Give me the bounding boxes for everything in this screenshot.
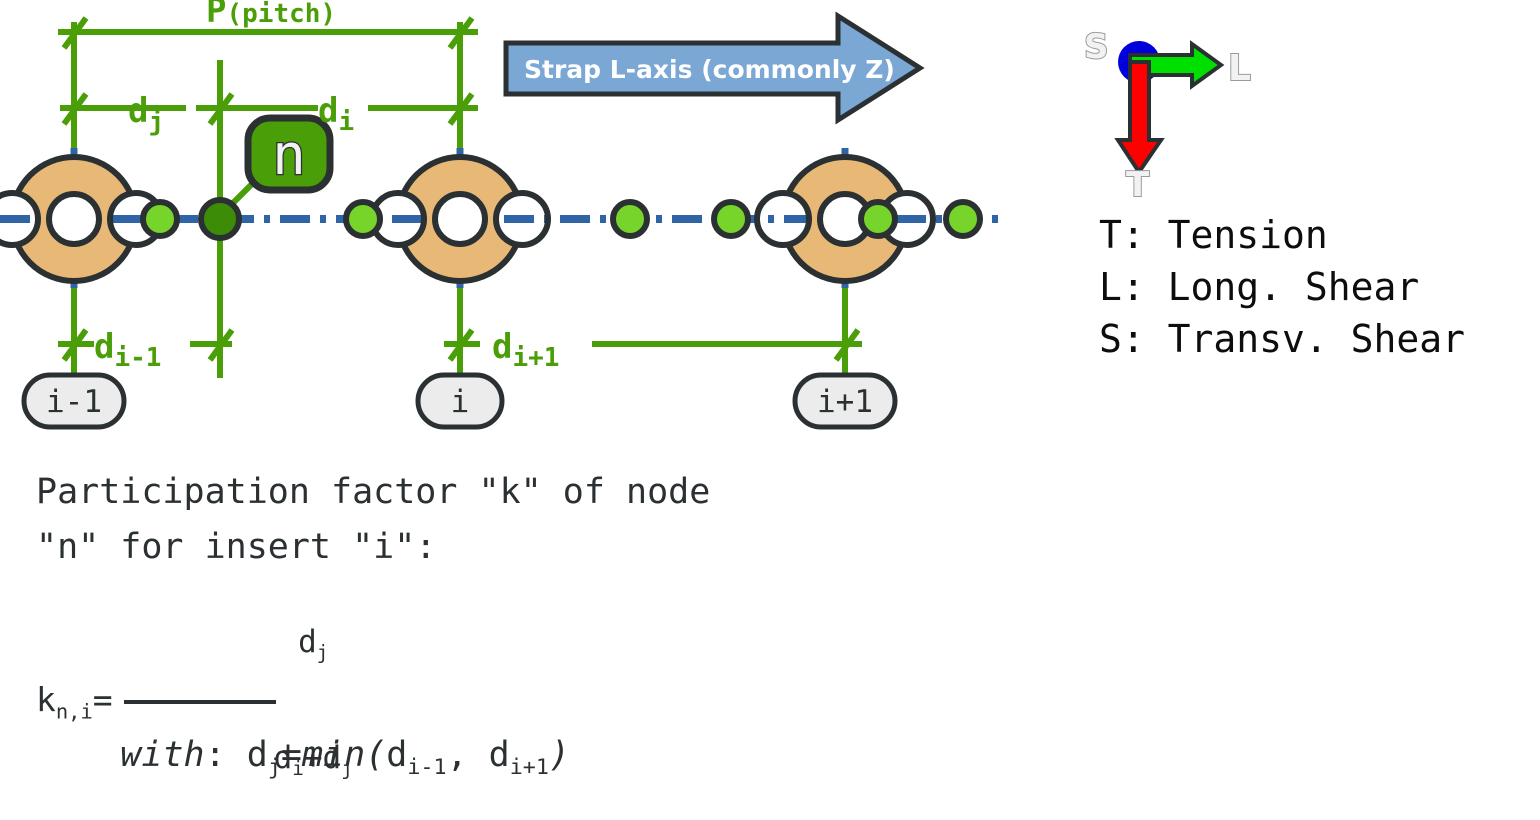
formula-caption-line-2: "n" for insert "i": — [36, 527, 437, 567]
strap-axis-banner: Strap L-axis (commonly Z) — [503, 11, 925, 125]
with-d-i-minus-1: d — [386, 735, 408, 775]
with-close-paren: ) — [548, 735, 570, 775]
with-min: min — [301, 735, 366, 775]
formula-numerator: dj — [298, 624, 329, 665]
legend-line-long-shear: L: Long. Shear — [1099, 265, 1420, 309]
insert-index-badge-i-minus-1[interactable]: i-1 — [21, 372, 127, 430]
node-marker[interactable] — [610, 199, 650, 239]
formula-with-line: with: dj=min(di-1, di+1) — [36, 695, 570, 820]
insert-i[interactable] — [372, 157, 548, 281]
node-marker[interactable] — [943, 199, 983, 239]
with-keyword: with — [120, 735, 205, 775]
axis-s-label: S — [1084, 27, 1109, 67]
with-d-i-minus-1-sub: i-1 — [407, 755, 447, 780]
node-marker[interactable] — [140, 199, 180, 239]
di-minus-1-label: di-1 — [94, 327, 161, 373]
dj-label: dj — [128, 91, 164, 137]
with-d-i-plus-1: d — [488, 735, 510, 775]
insert-i-minus-1[interactable] — [0, 157, 162, 281]
axis-triad: S L T — [1083, 26, 1252, 206]
di-plus-1-label: di+1 — [492, 327, 559, 373]
formula-caption-line-1: Participation factor "k" of node — [36, 472, 711, 512]
insert-index-badge-i-plus-1[interactable]: i+1 — [792, 372, 898, 430]
diagram-canvas: n Strap L-axis (commonly Z) i-1 i i+1 P(… — [0, 0, 1540, 780]
node-marker[interactable] — [343, 199, 383, 239]
legend-line-transv-shear: S: Transv. Shear — [1099, 317, 1466, 361]
with-open-paren: ( — [365, 735, 387, 775]
pitch-label: P(pitch) — [206, 0, 336, 31]
node-marker-n[interactable] — [198, 197, 242, 241]
axis-l-label: L — [1228, 48, 1251, 89]
strap-axis-banner-label: Strap L-axis (commonly Z) — [524, 55, 895, 84]
node-n-badge-label: n — [272, 123, 306, 188]
with-equals: = — [280, 735, 302, 775]
with-d-i-plus-1-sub: i+1 — [509, 755, 549, 780]
di-label: di — [318, 91, 354, 137]
axis-t-label: T — [1126, 165, 1150, 205]
axis-t-arrow — [1114, 60, 1165, 176]
with-dj-sub: j — [267, 755, 281, 780]
node-marker[interactable] — [711, 199, 751, 239]
insert-index-badge-i[interactable]: i — [415, 372, 505, 430]
legend-line-tension: T: Tension — [1099, 213, 1328, 257]
insert-i-plus-1[interactable] — [757, 157, 933, 281]
with-comma: , — [446, 735, 489, 775]
node-marker[interactable] — [858, 199, 898, 239]
with-dj: d — [246, 735, 268, 775]
with-colon: : — [204, 735, 247, 775]
insert-index-badge-label: i+1 — [817, 384, 873, 420]
insert-index-badge-label: i — [451, 384, 470, 420]
insert-index-badge-label: i-1 — [46, 384, 102, 420]
